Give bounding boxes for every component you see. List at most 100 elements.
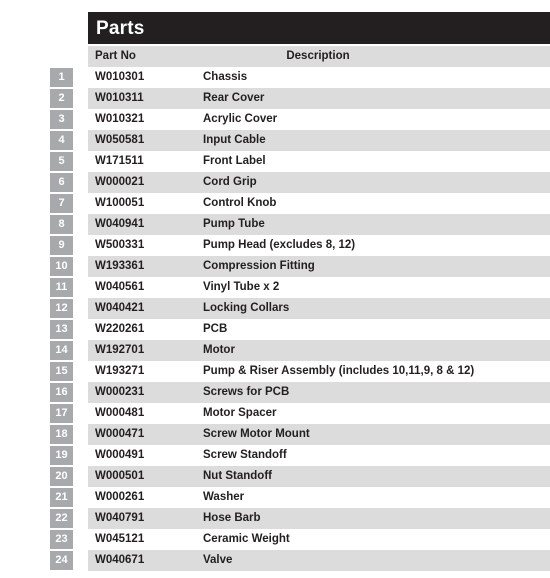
row-index-badge: 13 [50,320,73,339]
table-row[interactable]: 6 W000021 Cord Grip [0,172,550,193]
row-index-badge: 6 [50,173,73,192]
cell-part-no: W000261 [95,491,145,503]
page-title: Parts [96,18,145,39]
row-index-badge: 24 [50,551,73,570]
table-row-background [88,382,550,403]
table-row-background [88,109,550,130]
row-index-badge: 21 [50,488,73,507]
cell-description: Compression Fitting [203,260,315,272]
table-row[interactable]: 22 W040791 Hose Barb [0,508,550,529]
table-row[interactable]: 13 W220261 PCB [0,319,550,340]
table-row-background [88,319,550,340]
cell-description: Vinyl Tube x 2 [203,281,280,293]
cell-description: Input Cable [203,134,266,146]
cell-description: Screw Standoff [203,449,287,461]
cell-description: Valve [203,554,233,566]
cell-description: Cord Grip [203,176,257,188]
row-index-badge: 20 [50,467,73,486]
table-row-background [88,67,550,88]
cell-description: Hose Barb [203,512,261,524]
cell-description: Washer [203,491,245,503]
table-row-background [88,193,550,214]
table-row-background [88,298,550,319]
table-row-background [88,550,550,571]
cell-part-no: W192701 [95,344,145,356]
table-row-background [88,445,550,466]
cell-part-no: W000491 [95,449,145,461]
table-row[interactable]: 2 W010311 Rear Cover [0,88,550,109]
row-index-badge: 18 [50,425,73,444]
table-row-background [88,277,550,298]
table-row-background [88,487,550,508]
cell-description: Rear Cover [203,92,265,104]
cell-description: Screws for PCB [203,386,290,398]
row-index-badge: 7 [50,194,73,213]
cell-description: Pump & Riser Assembly (includes 10,11,9,… [203,365,475,377]
table-row[interactable]: 9 W500331 Pump Head (excludes 8, 12) [0,235,550,256]
table-row-background [88,340,550,361]
table-row[interactable]: 20 W000501 Nut Standoff [0,466,550,487]
row-index-badge: 14 [50,341,73,360]
table-row[interactable]: 11 W040561 Vinyl Tube x 2 [0,277,550,298]
cell-part-no: W193361 [95,260,145,272]
table-row[interactable]: 7 W100051 Control Knob [0,193,550,214]
cell-part-no: W050581 [95,134,145,146]
cell-part-no: W010311 [95,92,144,104]
table-column-header: Part No Description [88,46,550,67]
table-row[interactable]: 14 W192701 Motor [0,340,550,361]
row-index-badge: 16 [50,383,73,402]
row-index-badge: 10 [50,257,73,276]
table-row-background [88,130,550,151]
table-row-background [88,424,550,445]
cell-description: Ceramic Weight [203,533,290,545]
parts-title-bar: Parts [88,12,550,44]
cell-description: Locking Collars [203,302,290,314]
table-row[interactable]: 17 W000481 Motor Spacer [0,403,550,424]
cell-part-no: W040671 [95,554,145,566]
cell-part-no: W010301 [95,71,145,83]
table-row-background [88,88,550,109]
table-row[interactable]: 18 W000471 Screw Motor Mount [0,424,550,445]
table-row-background [88,172,550,193]
table-row-background [88,403,550,424]
table-row[interactable]: 1 W010301 Chassis [0,67,550,88]
table-row[interactable]: 3 W010321 Acrylic Cover [0,109,550,130]
cell-part-no: W040421 [95,302,145,314]
cell-part-no: W045121 [95,533,145,545]
cell-part-no: W000471 [95,428,145,440]
row-index-badge: 12 [50,299,73,318]
table-row[interactable]: 12 W040421 Locking Collars [0,298,550,319]
table-row[interactable]: 23 W045121 Ceramic Weight [0,529,550,550]
table-row[interactable]: 16 W000231 Screws for PCB [0,382,550,403]
cell-description: Acrylic Cover [203,113,278,125]
cell-part-no: W000481 [95,407,145,419]
cell-part-no: W193271 [95,365,145,377]
cell-part-no: W040561 [95,281,145,293]
table-row[interactable]: 5 W171511 Front Label [0,151,550,172]
parts-table-body: 1 W010301 Chassis 2 W010311 Rear Cover 3 W01032… [0,67,550,571]
cell-description: Chassis [203,71,248,83]
table-row-background [88,214,550,235]
row-index-badge: 23 [50,530,73,549]
cell-description: Motor Spacer [203,407,277,419]
cell-description: Control Knob [203,197,277,209]
cell-part-no: W100051 [95,197,145,209]
table-row[interactable]: 8 W040941 Pump Tube [0,214,550,235]
cell-part-no: W500331 [95,239,145,251]
table-row[interactable]: 24 W040671 Valve [0,550,550,571]
cell-description: Pump Head (excludes 8, 12) [203,239,356,251]
table-row[interactable]: 4 W050581 Input Cable [0,130,550,151]
table-row[interactable]: 19 W000491 Screw Standoff [0,445,550,466]
table-row[interactable]: 15 W193271 Pump & Riser Assembly (includes… [0,361,550,382]
table-row[interactable]: 21 W000261 Washer [0,487,550,508]
table-row-background [88,508,550,529]
row-index-badge: 2 [50,89,73,108]
table-row-background [88,256,550,277]
table-row[interactable]: 10 W193361 Compression Fitting [0,256,550,277]
row-index-badge: 8 [50,215,73,234]
parts-panel: Parts Part No Description 1 W010301 Chassi… [0,0,550,578]
row-index-badge: 4 [50,131,73,150]
cell-part-no: W000501 [95,470,145,482]
cell-part-no: W010321 [95,113,145,125]
cell-part-no: W000231 [95,386,145,398]
